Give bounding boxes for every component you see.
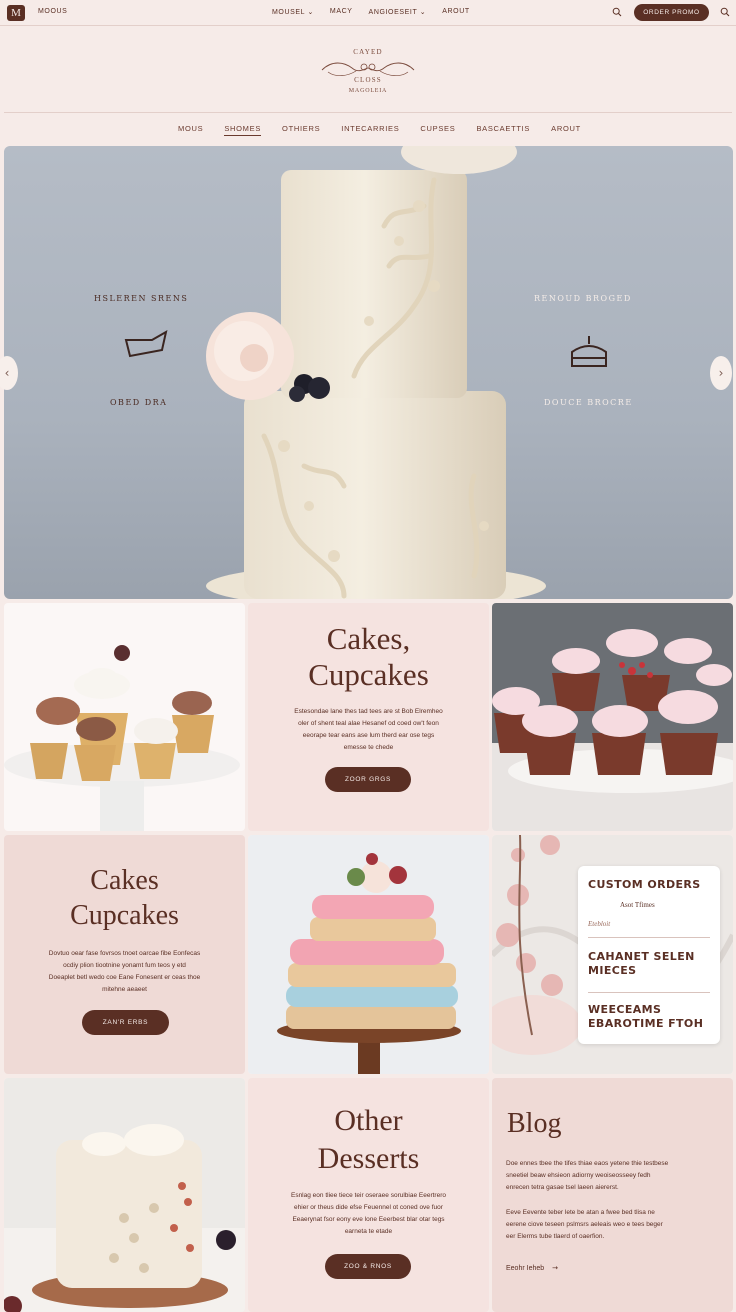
cakes-cupcakes-tile-2: Cakes Cupcakes Dovtuo oear fase fovrsos … [4, 835, 245, 1074]
top-nav-item[interactable]: AROUT [442, 8, 470, 16]
tile-description: Esnlag eon tliee tiece teir oseraee soru… [290, 1192, 446, 1235]
tile-title: Cupcakes [70, 900, 179, 931]
main-nav-item[interactable]: OTHIERS [282, 124, 320, 136]
other-desserts-tile: Other Desserts Esnlag eon tliee tiece te… [248, 1078, 489, 1312]
tile-title: Desserts [317, 1142, 420, 1175]
custom-orders-heading: CUSTOM ORDERS [588, 878, 701, 891]
hero-banner: HSLEREN SRENS OBED DRA RENOUD BROGED DOU… [4, 146, 733, 599]
search-icon[interactable] [720, 7, 730, 17]
lace-cake-tile[interactable] [4, 1078, 245, 1312]
order-button[interactable]: ORDER PROMO [634, 4, 709, 21]
custom-orders-item[interactable]: CAHANET SELEN MIECES [588, 950, 710, 978]
top-nav: MOUSEL ⌄ MACY ANGIOESEIT ⌄ AROUT [272, 8, 470, 16]
custom-orders-card: CUSTOM ORDERS Asot Tfimes Etebloit CAHAN… [578, 866, 720, 1044]
brand-line: CLOSS [354, 76, 382, 84]
tile-title: Cakes [90, 865, 159, 896]
read-more-label: Eeohr Ieheb [506, 1265, 545, 1272]
divider [588, 992, 710, 993]
custom-orders-item[interactable]: WEECEAMS EBAROTIME FTOH [588, 1003, 716, 1031]
wedding-cake-image [206, 146, 546, 599]
tile-cta-button[interactable]: ZOO & RNOS [325, 1254, 411, 1279]
main-nav: MOUS SHOMES OTHIERS INTECARRIES CUPSES B… [178, 124, 581, 136]
macaron-tower-tile[interactable] [248, 835, 489, 1074]
blog-paragraph: Doe ennes tbee the tifes thiae eaos yete… [506, 1160, 669, 1191]
main-nav-item[interactable]: MOUS [178, 124, 203, 136]
brand-logo[interactable]: CAYED CLOSS MAGOLEIA [318, 44, 418, 102]
brand-tagline: MAGOLEIA [348, 88, 388, 94]
tile-title: Cakes, [326, 621, 411, 656]
arrow-right-icon: → [552, 1264, 558, 1272]
tile-title: Cupcakes [308, 657, 429, 692]
cupcake-stand-image [4, 645, 240, 831]
hero-badge-left-bottom: OBED DRA [110, 398, 168, 407]
cupcakes-platter-tile[interactable] [492, 603, 733, 831]
read-more-link[interactable]: Eeohr Ieheb → [506, 1264, 558, 1272]
brand-line: CAYED [353, 48, 383, 56]
hero-badge-right-top: RENOUD BROGED [534, 294, 632, 303]
blog-paragraph: Eeve Eevente teber lete be atan a fwee b… [506, 1209, 663, 1240]
tile-description: Dovtuo oear fase fovrsos tnoet oarcae fi… [48, 950, 201, 993]
main-nav-item[interactable]: CUPSES [420, 124, 455, 136]
cake-slice-icon [124, 330, 168, 358]
tile-description: Estesondae lane thes tad tees are st Bob… [294, 708, 443, 751]
tile-cta-button[interactable]: ZAN'R ERBS [82, 1010, 169, 1035]
top-nav-item[interactable]: MACY [330, 8, 353, 16]
main-nav-item[interactable]: BASCAETTIS [476, 124, 530, 136]
cupcakes-platter-image [492, 603, 733, 831]
hero-badge-left-top: HSLEREN SRENS [94, 294, 189, 303]
divider [4, 112, 732, 113]
macaron-tower-image [248, 835, 489, 1074]
cupcake-stand-tile[interactable] [4, 603, 245, 831]
top-nav-item[interactable]: ANGIOESEIT ⌄ [369, 8, 427, 16]
main-nav-item-active[interactable]: SHOMES [224, 124, 262, 136]
cakes-cupcakes-tile: Cakes, Cupcakes Estesondae lane thes tad… [248, 603, 489, 831]
tile-title: Other [334, 1104, 403, 1137]
lace-cake-image [4, 1078, 245, 1312]
top-nav-item[interactable]: MOUSEL ⌄ [272, 8, 314, 16]
blog-title[interactable]: Blog [507, 1108, 561, 1140]
search-icon[interactable] [612, 7, 622, 17]
hero-badge-right-bottom: DOUCE BROCRE [544, 398, 633, 407]
logo-icon[interactable]: M [7, 5, 25, 21]
custom-orders-script[interactable]: Etebloit [588, 920, 610, 928]
divider [588, 937, 710, 938]
top-bar: M MOOUS MOUSEL ⌄ MACY ANGIOESEIT ⌄ AROUT… [0, 0, 736, 26]
chevron-right-icon[interactable]: › [710, 356, 732, 390]
site-name[interactable]: MOOUS [38, 8, 67, 15]
cake-icon [571, 336, 607, 367]
main-nav-item[interactable]: AROUT [551, 124, 581, 136]
main-nav-item[interactable]: INTECARRIES [341, 124, 399, 136]
tile-cta-button[interactable]: ZOOR GRGS [325, 767, 411, 792]
custom-orders-subheading: Asot Tfimes [620, 901, 655, 909]
